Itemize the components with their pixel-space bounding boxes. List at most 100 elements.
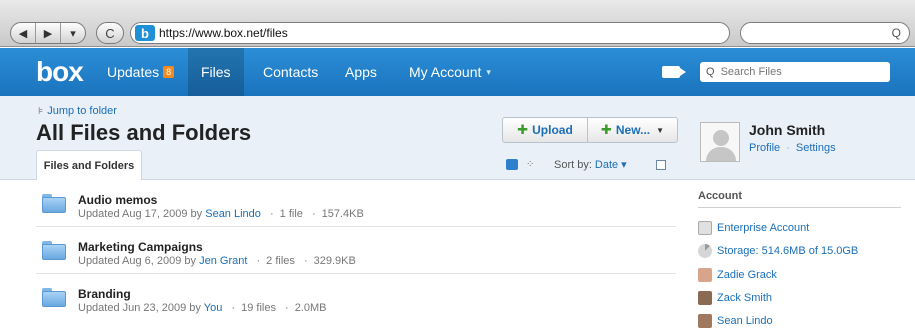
- folder-meta: Updated Aug 17, 2009 by Sean Lindo · 1 fi…: [78, 208, 364, 220]
- user-avatar-icon: [698, 314, 712, 328]
- sidebar-item-label: Zack Smith: [717, 292, 773, 304]
- user-avatar-icon: [698, 291, 712, 305]
- folder-meta: Updated Aug 6, 2009 by Jen Grant · 2 file…: [78, 255, 356, 267]
- folder-name[interactable]: Marketing Campaigns: [78, 240, 203, 254]
- upload-button[interactable]: ✚ Upload: [503, 118, 589, 142]
- sidebar-item-label: Zadie Grack: [717, 269, 777, 281]
- forward-arrow-icon: ▶: [43, 27, 53, 40]
- profile-links: Profile · Settings: [749, 142, 836, 154]
- updated-text: Updated Aug 17, 2009 by: [78, 208, 203, 220]
- sort-by-control[interactable]: Sort by: Date ▾: [554, 158, 627, 171]
- meta-separator: ·: [256, 255, 261, 267]
- meta-separator: ·: [303, 255, 308, 267]
- back-button[interactable]: ◀: [11, 23, 36, 43]
- file-count: 19 files: [241, 302, 276, 314]
- tab-files-and-folders[interactable]: Files and Folders: [36, 150, 142, 180]
- search-files-input[interactable]: [720, 66, 871, 78]
- sidebar-item-zadie-grack[interactable]: Zadie Grack: [698, 267, 777, 283]
- avatar[interactable]: [700, 122, 740, 162]
- folder-tree-icon: ⊧: [38, 106, 44, 117]
- list-view-icon[interactable]: [506, 159, 518, 170]
- page-title: All Files and Folders: [36, 120, 252, 145]
- jump-to-folder-link[interactable]: ⊧ Jump to folder: [38, 105, 117, 117]
- new-label: New...: [615, 123, 651, 137]
- table-row[interactable]: Marketing Campaigns Updated Aug 6, 2009 …: [36, 227, 676, 274]
- chevron-down-icon: ▾: [70, 27, 76, 40]
- search-icon: Q: [891, 26, 901, 40]
- browser-toolbar: ◀ ▶ ▾ C b https://www.box.net/files Q: [0, 0, 915, 47]
- folder-icon: [42, 241, 66, 260]
- video-camera-icon[interactable]: [662, 66, 686, 78]
- box-logo[interactable]: box: [36, 56, 84, 88]
- sidebar-item-label: Sean Lindo: [717, 315, 773, 327]
- avatar-body-shape: [706, 147, 736, 161]
- new-button[interactable]: ✚ New... ▼: [588, 118, 677, 142]
- updated-text: Updated Aug 6, 2009 by: [78, 255, 197, 267]
- updated-by-link[interactable]: You: [204, 302, 223, 314]
- meta-separator: ·: [269, 208, 274, 220]
- sort-by-value[interactable]: Date: [595, 159, 618, 171]
- url-text[interactable]: https://www.box.net/files: [159, 26, 288, 40]
- sidebar-item-label: Enterprise Account: [717, 222, 810, 234]
- folder-icon: [42, 194, 66, 213]
- nav-my-account[interactable]: My Account ▾: [396, 48, 504, 96]
- sidebar-divider: [698, 207, 901, 208]
- history-dropdown-button[interactable]: ▾: [61, 23, 85, 43]
- updated-by-link[interactable]: Sean Lindo: [205, 208, 261, 220]
- address-bar[interactable]: b https://www.box.net/files: [130, 22, 730, 44]
- nav-updates[interactable]: Updates 8: [94, 48, 187, 96]
- storage-pie-icon: [698, 244, 712, 258]
- profile-link[interactable]: Profile: [749, 142, 780, 154]
- folder-meta: Updated Jun 23, 2009 by You · 19 files · 2…: [78, 302, 326, 314]
- user-name: John Smith: [749, 122, 826, 138]
- nav-apps[interactable]: Apps: [332, 48, 390, 96]
- folder-icon: [42, 288, 66, 307]
- upload-arrow-icon: ✚: [517, 122, 529, 137]
- sidebar-item-sean-lindo[interactable]: Sean Lindo: [698, 313, 773, 329]
- link-separator: ·: [786, 142, 790, 154]
- grid-view-icon[interactable]: ⁘: [526, 159, 534, 170]
- sidebar-item-enterprise-account[interactable]: Enterprise Account: [698, 220, 809, 236]
- files-header: ⊧ Jump to folder All Files and Folders Fi…: [0, 96, 915, 180]
- sidebar-item-zack-smith[interactable]: Zack Smith: [698, 290, 772, 306]
- sidebar-item-label: Storage: 514.6MB of 15.0GB: [717, 245, 859, 257]
- updated-by-link[interactable]: Jen Grant: [199, 255, 247, 267]
- meta-separator: ·: [285, 302, 289, 314]
- back-arrow-icon: ◀: [18, 27, 28, 40]
- chevron-down-icon: ▼: [656, 125, 665, 135]
- action-button-group: ✚ Upload ✚ New... ▼: [502, 117, 678, 143]
- table-row[interactable]: Branding Updated Jun 23, 2009 by You · 19…: [36, 274, 676, 321]
- search-files-box[interactable]: Q: [700, 62, 890, 82]
- file-count: 1 file: [279, 208, 303, 220]
- updates-count-badge: 8: [163, 66, 175, 78]
- browser-nav-group: ◀ ▶ ▾: [10, 22, 86, 44]
- nav-contacts-label: Contacts: [263, 64, 319, 80]
- reload-button[interactable]: C: [96, 22, 124, 44]
- nav-files-label: Files: [201, 64, 231, 80]
- chevron-down-icon: ▾: [621, 159, 627, 171]
- plus-icon: ✚: [600, 122, 612, 137]
- browser-search-field[interactable]: Q: [740, 22, 910, 44]
- nav-contacts[interactable]: Contacts: [250, 48, 331, 96]
- nav-updates-label: Updates: [107, 64, 160, 80]
- folder-name[interactable]: Audio memos: [78, 193, 157, 207]
- view-toggle: ⁘: [506, 159, 534, 170]
- table-row[interactable]: Audio memos Updated Aug 17, 2009 by Sean…: [36, 180, 676, 227]
- user-avatar-icon: [698, 268, 712, 282]
- search-icon: Q: [706, 66, 715, 78]
- enterprise-icon: [698, 221, 712, 235]
- forward-button[interactable]: ▶: [36, 23, 61, 43]
- reload-icon: C: [105, 25, 115, 41]
- chevron-down-icon: ▾: [486, 66, 491, 77]
- file-count: 2 files: [266, 255, 295, 267]
- nav-files[interactable]: Files: [188, 48, 244, 96]
- folder-size: 157.4KB: [321, 208, 364, 220]
- meta-separator: ·: [311, 208, 316, 220]
- sidebar-item-storage[interactable]: Storage: 514.6MB of 15.0GB: [698, 243, 858, 259]
- sidebar-title: Account: [698, 190, 742, 202]
- nav-my-account-label: My Account: [409, 64, 482, 80]
- folder-name[interactable]: Branding: [78, 287, 131, 301]
- settings-link[interactable]: Settings: [796, 142, 836, 154]
- folder-size: 2.0MB: [294, 302, 327, 314]
- select-all-checkbox[interactable]: [656, 160, 666, 170]
